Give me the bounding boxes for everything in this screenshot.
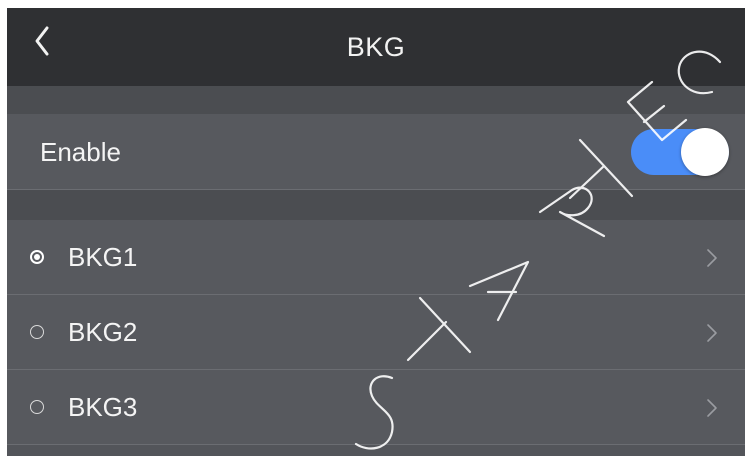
bkg-item-label: BKG1	[68, 242, 138, 272]
radio-selected-icon[interactable]	[30, 250, 44, 264]
radio-unselected-icon[interactable]	[30, 400, 44, 414]
section-spacer	[7, 190, 745, 220]
toggle-knob	[681, 128, 729, 176]
section-spacer	[7, 86, 745, 114]
chevron-right-icon	[707, 324, 717, 342]
bkg-item-label: BKG2	[68, 317, 138, 347]
chevron-right-icon	[707, 249, 717, 267]
bkg-item-label: BKG3	[68, 392, 138, 422]
enable-toggle[interactable]	[631, 128, 729, 176]
radio-unselected-icon[interactable]	[30, 325, 44, 339]
bkg-settings-screen: BKG Enable BKG1 BKG2 BKG3	[7, 8, 745, 456]
bkg-list-item-2[interactable]: BKG2	[7, 295, 745, 370]
enable-row: Enable	[7, 114, 745, 190]
bkg-list-item-1[interactable]: BKG1	[7, 220, 745, 295]
enable-label: Enable	[40, 137, 121, 167]
page-title: BKG	[346, 32, 406, 62]
bkg-list-item-3[interactable]: BKG3	[7, 370, 745, 445]
chevron-right-icon	[707, 399, 717, 417]
header-bar: BKG	[7, 8, 745, 86]
